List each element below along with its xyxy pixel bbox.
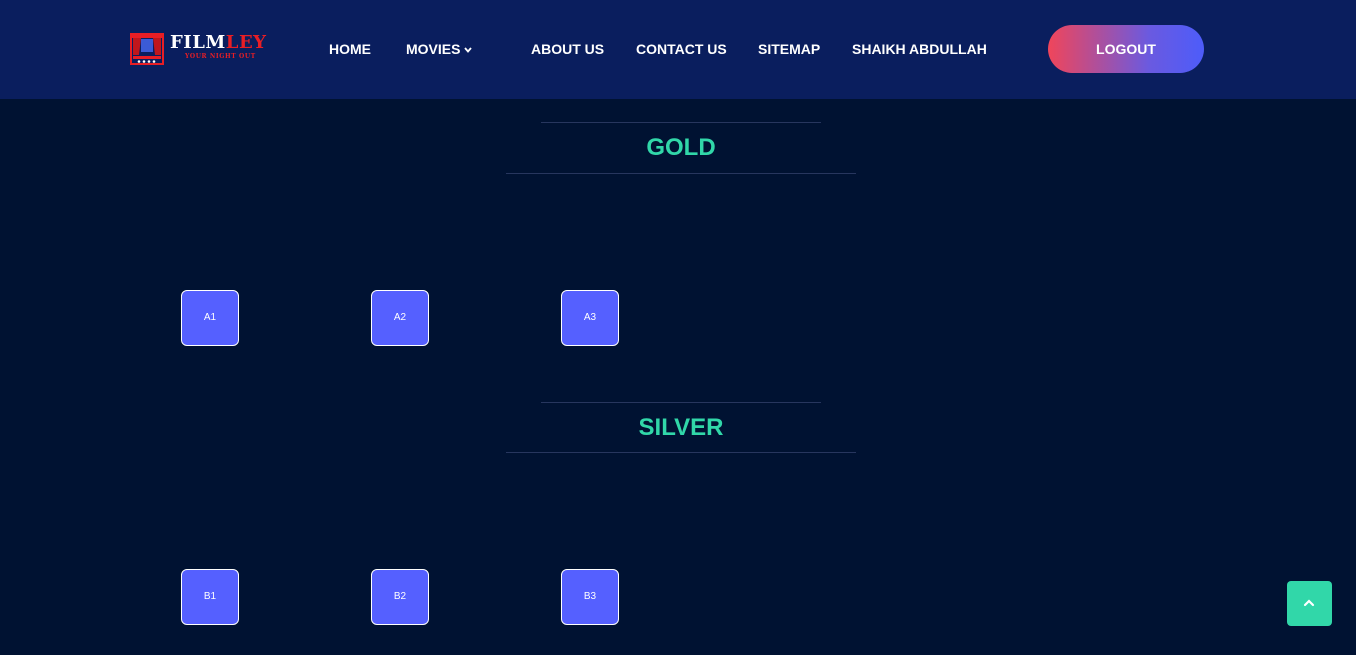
nav-sitemap-label: SITEMAP (758, 41, 821, 57)
logout-button[interactable]: LOGOUT (1048, 25, 1204, 73)
seat-a1[interactable]: A1 (181, 290, 239, 346)
gold-divider-bottom (506, 173, 856, 174)
nav-sitemap[interactable]: SITEMAP (758, 40, 820, 58)
logo-wordmark: FILMLEY (170, 33, 267, 53)
logo-word-ley: LEY (225, 32, 267, 53)
seat-a3[interactable]: A3 (561, 290, 619, 346)
silver-divider-top (541, 402, 821, 403)
seat-a2[interactable]: A2 (371, 290, 429, 346)
logo-word-film: FILM (170, 32, 226, 53)
nav-contact-us-label: CONTACT US (636, 41, 727, 57)
top-navbar: FILMLEY YOUR NIGHT OUT HOME MOVIES ABOUT… (0, 0, 1356, 99)
seat-b2[interactable]: B2 (371, 569, 429, 625)
nav-about-us[interactable]: ABOUT US (531, 40, 604, 58)
chevron-up-icon (1303, 599, 1315, 607)
nav-user-name: SHAIKH ABDULLAH (852, 41, 987, 57)
filmley-logo[interactable]: FILMLEY YOUR NIGHT OUT (130, 31, 285, 67)
gold-divider-top (541, 122, 821, 123)
scroll-to-top-button[interactable] (1287, 581, 1332, 626)
section-title-silver: SILVER (638, 414, 724, 441)
nav-home-label: HOME (329, 41, 371, 57)
logo-tagline: YOUR NIGHT OUT (185, 53, 256, 60)
nav-movies[interactable]: MOVIES (406, 40, 473, 60)
logout-label: LOGOUT (1096, 41, 1156, 57)
section-title-gold: GOLD (646, 134, 716, 161)
chevron-down-icon (464, 42, 473, 60)
nav-contact-us[interactable]: CONTACT US (636, 40, 727, 58)
nav-home[interactable]: HOME (329, 40, 371, 58)
seat-b3[interactable]: B3 (561, 569, 619, 625)
silver-divider-bottom (506, 452, 856, 453)
seat-b1[interactable]: B1 (181, 569, 239, 625)
theater-curtain-icon (130, 33, 164, 65)
nav-movies-label: MOVIES (406, 41, 461, 57)
nav-about-us-label: ABOUT US (531, 41, 605, 57)
nav-user-profile[interactable]: SHAIKH ABDULLAH (852, 40, 987, 58)
